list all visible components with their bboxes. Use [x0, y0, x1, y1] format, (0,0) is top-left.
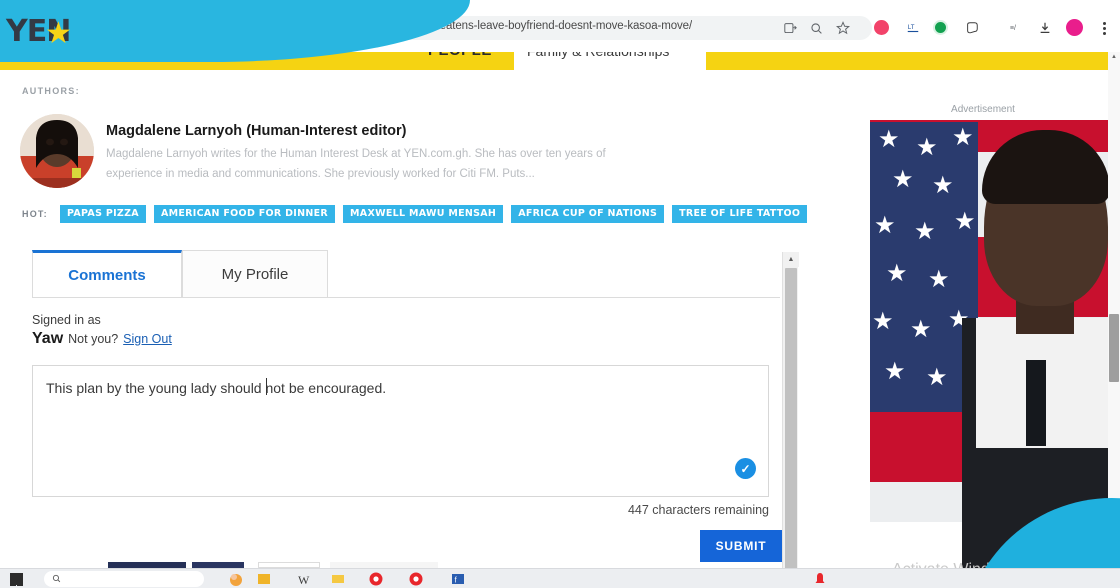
submit-button[interactable]: SUBMIT [700, 530, 782, 562]
tab-my-profile[interactable]: My Profile [182, 250, 328, 297]
hot-tag[interactable]: AMERICAN FOOD FOR DINNER [154, 205, 335, 223]
extension-icon-whatsapp[interactable] [933, 20, 948, 35]
taskbar-app-icon[interactable] [330, 571, 346, 587]
taskbar-app-icon[interactable] [368, 571, 384, 587]
extension-icon-4[interactable] [962, 18, 982, 38]
hot-tags-list: PAPAS PIZZA AMERICAN FOOD FOR DINNER MAX… [60, 205, 807, 223]
taskbar-app-icon[interactable] [408, 571, 424, 587]
comment-input[interactable]: This plan by the young lady should not b… [32, 365, 769, 497]
sign-out-link[interactable]: Sign Out [123, 332, 172, 346]
install-app-icon[interactable] [780, 18, 800, 38]
signed-in-label: Signed in as [32, 313, 101, 327]
page-scrollbar[interactable] [1108, 52, 1120, 568]
taskbar-notification-icon[interactable] [812, 571, 828, 587]
taskbar-app-icon[interactable]: f [450, 571, 466, 587]
svg-text:LT: LT [908, 24, 915, 31]
windows-start-icon[interactable] [10, 573, 23, 585]
search-input[interactable] [44, 571, 204, 587]
comments-widget: Comments My Profile Signed in as Yaw Not… [20, 250, 780, 588]
taskbar-app-icon[interactable] [256, 571, 272, 587]
necktie [1026, 360, 1046, 446]
author-bio: Magdalene Larnyoh writes for the Human I… [106, 145, 606, 185]
advertisement-label: Advertisement [858, 104, 1108, 115]
search-icon[interactable] [806, 18, 826, 38]
comments-tab-strip: Comments My Profile [32, 250, 780, 298]
star-icon: ★ [45, 19, 72, 49]
tab-comments[interactable]: Comments [32, 250, 182, 297]
hot-label: HOT: [22, 209, 48, 219]
search-icon [52, 574, 61, 585]
not-you-label: Not you? [68, 332, 118, 346]
hot-tag[interactable]: TREE OF LIFE TATTOO [672, 205, 807, 223]
hot-tag[interactable]: PAPAS PIZZA [60, 205, 146, 223]
username: Yaw [32, 330, 63, 348]
authors-label: AUTHORS: [22, 86, 80, 96]
avatar [20, 114, 94, 188]
characters-remaining-counter: 447 characters remaining [628, 503, 769, 517]
taskbar: W f [0, 568, 1120, 588]
hot-tag[interactable]: AFRICA CUP OF NATIONS [511, 205, 664, 223]
check-circle-icon: ✓ [735, 458, 756, 479]
hair [982, 130, 1110, 204]
screen-root: yen.com.gh/people/family-relationships/2… [0, 0, 1120, 588]
download-icon[interactable] [1035, 18, 1055, 38]
page-scroll-up-arrow-icon[interactable]: ▲ [1109, 52, 1119, 62]
scroll-up-arrow-icon[interactable]: ▲ [783, 252, 799, 267]
extension-icon-5[interactable]: ≡/ [1006, 18, 1026, 38]
text-caret [266, 378, 267, 395]
profile-avatar-icon[interactable] [1066, 19, 1083, 36]
taskbar-app-icon[interactable] [228, 571, 244, 587]
three-dot-menu-icon[interactable] [1094, 18, 1114, 38]
hot-tag[interactable]: MAXWELL MAWU MENSAH [343, 205, 503, 223]
extension-icon-2[interactable]: LT [903, 18, 923, 38]
comment-text-value: This plan by the young lady should not b… [46, 379, 386, 397]
svg-text:≡/: ≡/ [1010, 25, 1016, 32]
comments-scrollbar[interactable]: ▲ [782, 252, 798, 588]
author-name[interactable]: Magdalene Larnyoh (Human-Interest editor… [106, 123, 407, 139]
svg-text:W: W [298, 573, 310, 587]
bookmark-star-icon[interactable] [833, 18, 853, 38]
scrollbar-thumb[interactable] [785, 268, 797, 588]
page-scrollbar-thumb[interactable] [1109, 314, 1119, 382]
taskbar-app-icon[interactable]: W [296, 571, 312, 587]
signed-in-row: Yaw Not you? Sign Out [32, 330, 172, 348]
extension-icon-1[interactable] [874, 20, 889, 35]
